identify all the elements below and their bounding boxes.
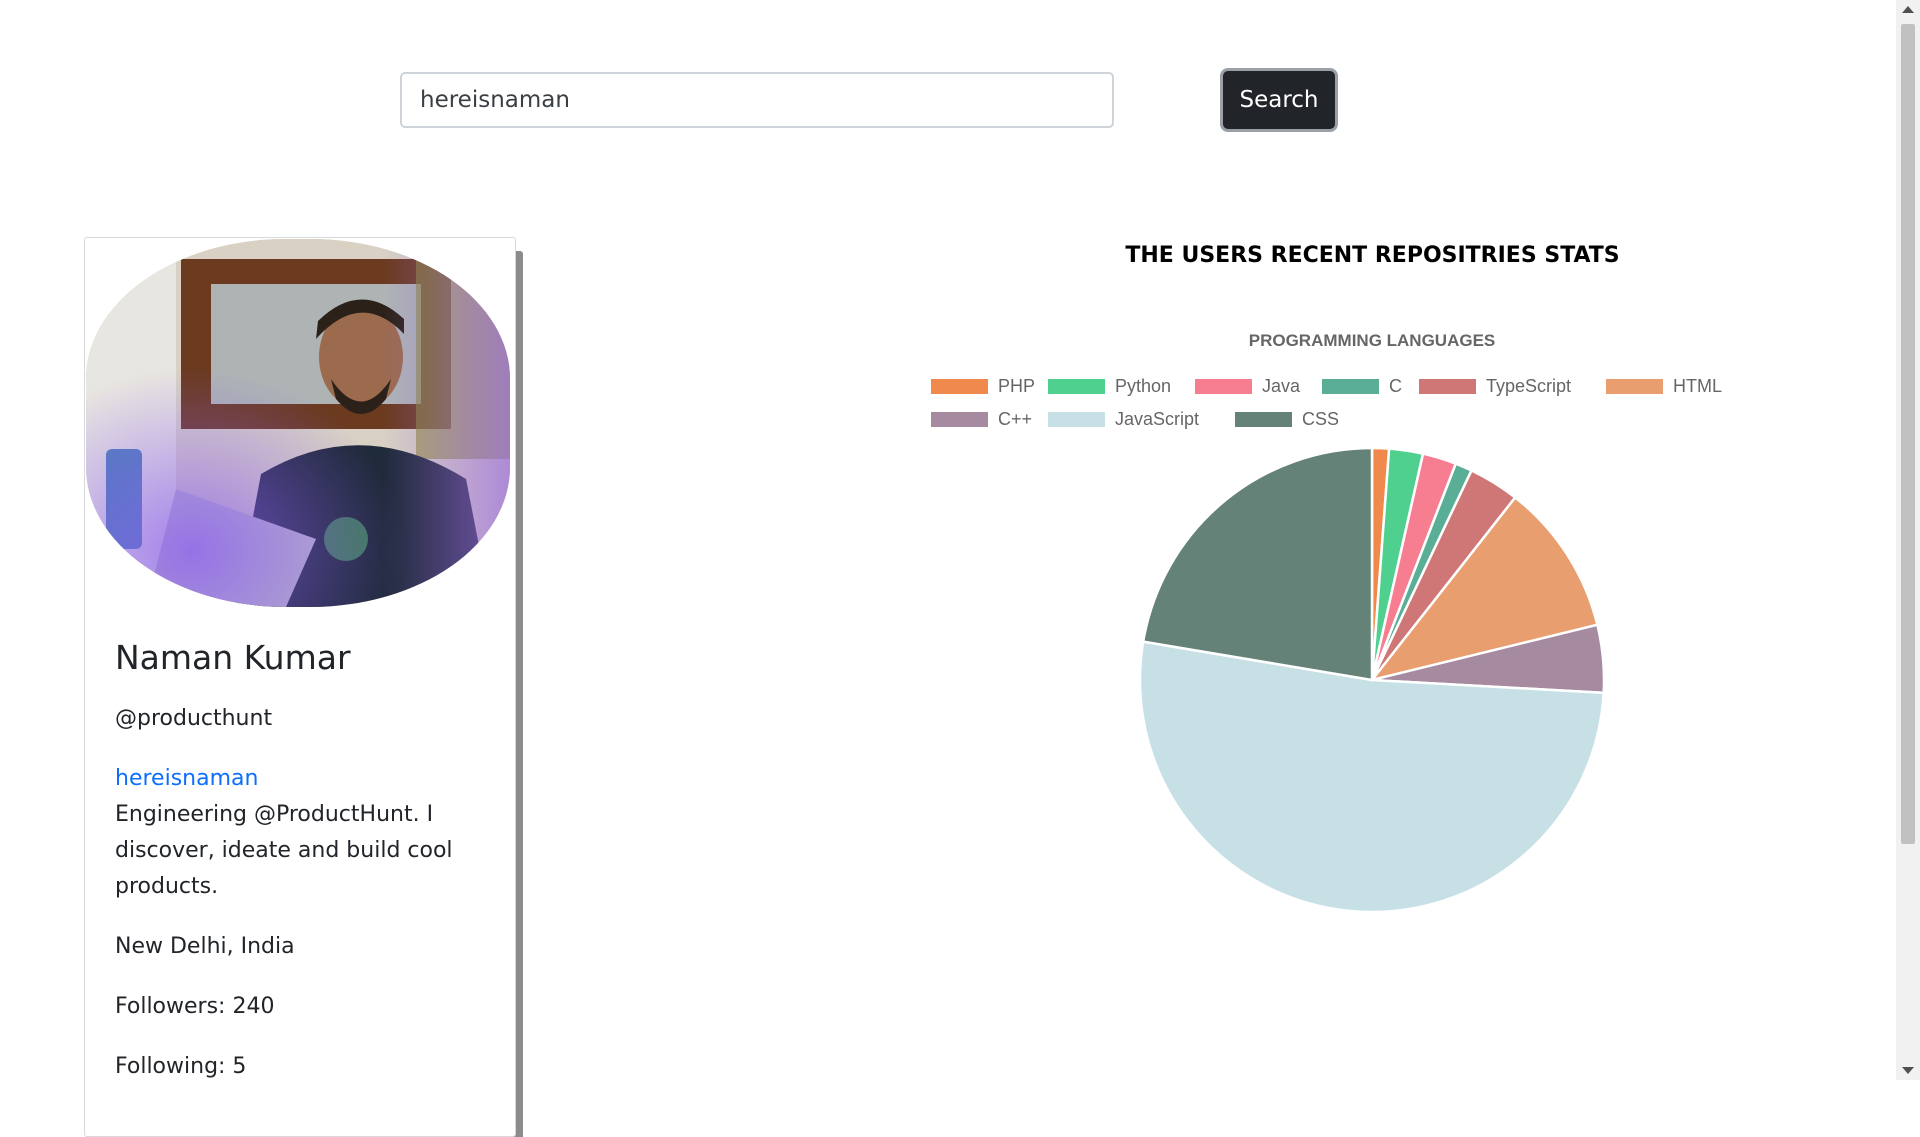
- legend-label: C++: [998, 409, 1032, 429]
- legend-label: HTML: [1673, 376, 1722, 396]
- scroll-down-icon[interactable]: [1902, 1067, 1914, 1074]
- profile-details: Naman Kumar @producthunt hereisnaman Eng…: [115, 638, 495, 1085]
- legend-swatch: [1419, 379, 1476, 394]
- legend-swatch: [1322, 379, 1379, 394]
- scrollbar[interactable]: [1896, 0, 1920, 1080]
- search-button[interactable]: Search: [1220, 68, 1338, 132]
- avatar: [86, 239, 510, 607]
- legend-item[interactable]: CSS: [1235, 409, 1339, 429]
- legend-swatch: [1235, 412, 1292, 427]
- legend-label: Python: [1115, 376, 1171, 396]
- chart-title: PROGRAMMING LANGUAGES: [1249, 331, 1496, 350]
- profile-location: New Delhi, India: [115, 934, 295, 959]
- language-pie-chart: PROGRAMMING LANGUAGES PHP Python Java C Type…: [931, 331, 1722, 914]
- user-photo-icon: [86, 239, 510, 607]
- legend-swatch: [1606, 379, 1663, 394]
- legend-item[interactable]: C: [1322, 376, 1402, 396]
- scroll-thumb[interactable]: [1901, 24, 1915, 844]
- chart-slices: [1138, 446, 1606, 914]
- profile-name: Naman Kumar: [115, 638, 351, 677]
- profile-company: @producthunt: [115, 706, 273, 731]
- legend-item[interactable]: HTML: [1606, 376, 1722, 396]
- chart-legend: PHP Python Java C TypeScript HTML C++ JavaScrip…: [931, 376, 1722, 429]
- legend-swatch: [1195, 379, 1252, 394]
- search-input[interactable]: [400, 72, 1114, 128]
- legend-item[interactable]: JavaScript: [1048, 409, 1199, 429]
- legend-item[interactable]: Java: [1195, 376, 1301, 396]
- legend-swatch: [1048, 412, 1105, 427]
- profile-followers: Followers: 240: [115, 994, 275, 1019]
- legend-label: PHP: [998, 376, 1035, 396]
- legend-swatch: [1048, 379, 1105, 394]
- pie-slice-css[interactable]: [1141, 446, 1374, 682]
- legend-label: CSS: [1302, 409, 1339, 429]
- legend-item[interactable]: PHP: [931, 376, 1035, 396]
- legend-swatch: [931, 412, 988, 427]
- scroll-up-icon[interactable]: [1902, 6, 1914, 13]
- profile-login-link[interactable]: hereisnaman: [115, 761, 258, 797]
- legend-item[interactable]: C++: [931, 409, 1032, 429]
- legend-label: TypeScript: [1486, 376, 1571, 396]
- legend-label: C: [1389, 376, 1402, 396]
- legend-swatch: [931, 379, 988, 394]
- legend-item[interactable]: TypeScript: [1419, 376, 1571, 396]
- profile-card: Naman Kumar @producthunt hereisnaman Eng…: [84, 237, 516, 1137]
- legend-label: Java: [1262, 376, 1301, 396]
- profile-bio: Engineering @ProductHunt. I discover, id…: [115, 802, 453, 899]
- legend-label: JavaScript: [1115, 409, 1199, 429]
- legend-item[interactable]: Python: [1048, 376, 1171, 396]
- stats-heading: THE USERS RECENT REPOSITRIES STATS: [1125, 243, 1620, 268]
